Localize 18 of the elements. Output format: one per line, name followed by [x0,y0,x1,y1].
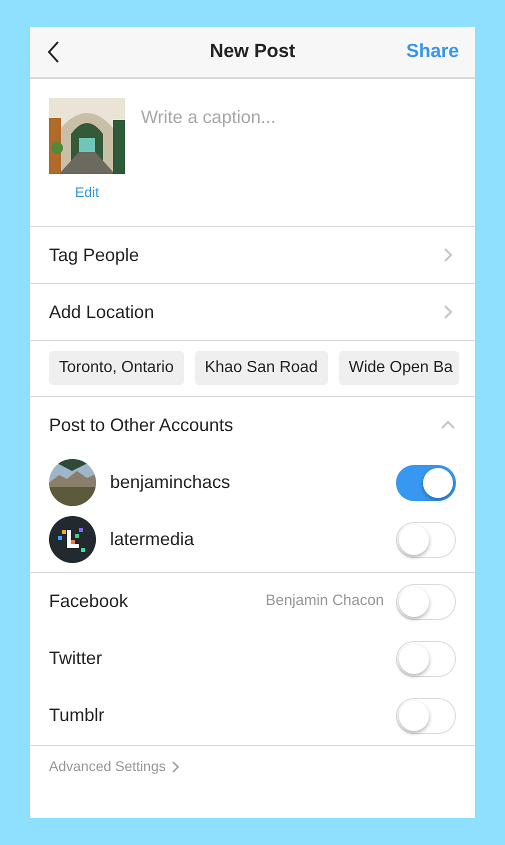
logo-icon [49,516,96,563]
account-name: benjaminchacs [110,471,232,494]
menu-row[interactable]: Tag People [30,227,475,284]
back-button[interactable] [46,40,60,64]
service-name: Facebook [49,590,130,613]
account-name: Benjamin Chacon [266,591,384,612]
menu-row[interactable]: Add Location [30,284,475,341]
service-name: Twitter [49,647,104,670]
toggle-switch[interactable] [396,464,456,500]
chevron-right-icon [170,760,180,772]
screen-title: New Post [210,40,296,64]
section-header[interactable]: Post to Other Accounts [30,397,475,454]
location-chip[interactable]: Toronto, Ontario [49,351,184,385]
caption-field[interactable]: Write a caption... [141,104,456,130]
service-name: Tumblr [49,704,106,727]
location-chip[interactable]: Wide Open Ba [338,351,459,385]
location-chip[interactable]: Khao San Road [194,351,328,385]
account-name: latermedia [110,528,196,551]
